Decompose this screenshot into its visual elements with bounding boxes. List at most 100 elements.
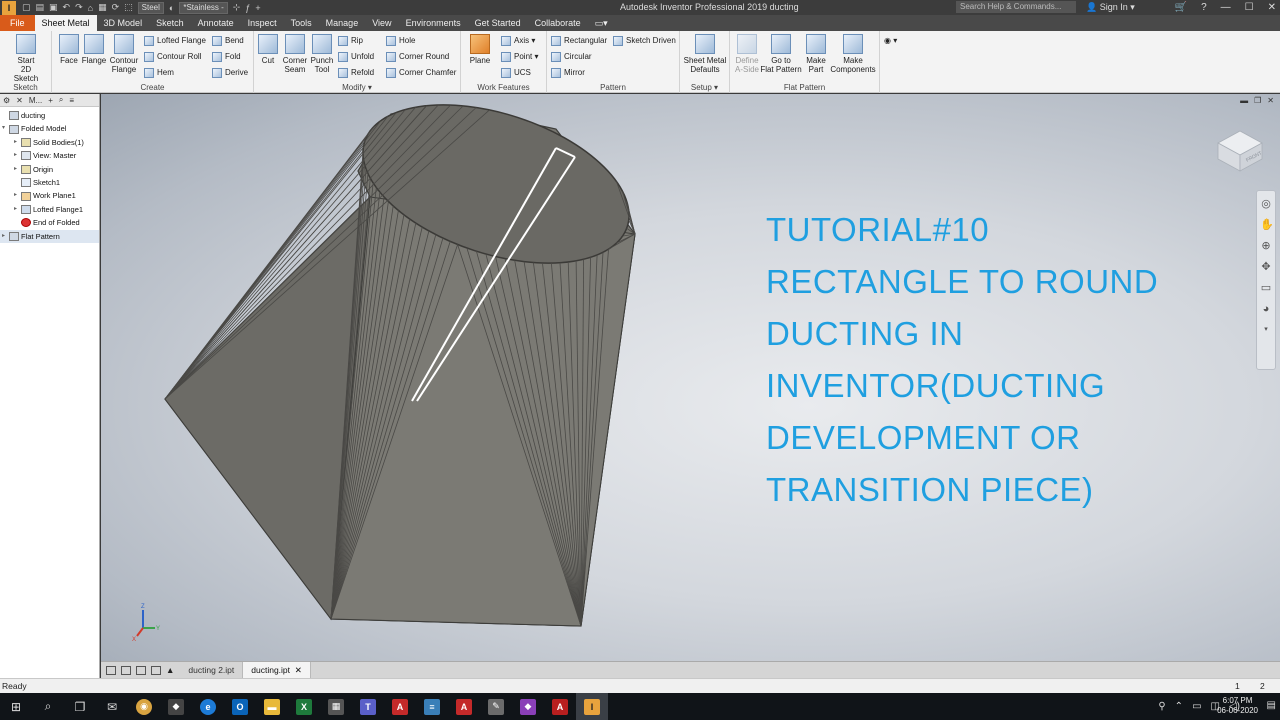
ucs-button[interactable]: UCS: [501, 66, 531, 79]
measure-icon[interactable]: ⊹: [233, 2, 241, 13]
ribbon-extras-button[interactable]: ◉ ▾: [884, 34, 897, 47]
rip-button[interactable]: Rip: [338, 34, 363, 47]
start-2d-sketch-button[interactable]: Start 2D Sketch: [9, 34, 43, 83]
tab-annotate[interactable]: Annotate: [191, 15, 241, 31]
expand-icon[interactable]: ▸: [14, 136, 21, 149]
new-file-icon[interactable]: ▢: [22, 2, 31, 13]
fx-icon[interactable]: ƒ: [245, 3, 250, 13]
select-icon[interactable]: ⬚: [124, 2, 133, 13]
look-at-icon[interactable]: ▭: [1260, 281, 1272, 295]
open-file-icon[interactable]: ▤: [36, 2, 45, 13]
taskbar-search-icon[interactable]: ⌕: [32, 693, 64, 720]
tab-view[interactable]: View: [365, 15, 398, 31]
autodesk-app-icon[interactable]: ◆: [160, 693, 192, 720]
tab-collaborate[interactable]: Collaborate: [528, 15, 588, 31]
save-icon[interactable]: ▣: [49, 2, 58, 13]
corner-round-button[interactable]: Corner Round: [386, 50, 449, 63]
tab-inspect[interactable]: Inspect: [241, 15, 284, 31]
browser-close-icon[interactable]: ✕: [16, 96, 23, 105]
viewcube[interactable]: FRONT: [1214, 127, 1266, 173]
notepad-icon[interactable]: ≡: [416, 693, 448, 720]
add-icon[interactable]: +: [255, 3, 260, 13]
cascade-view-icon[interactable]: [121, 665, 131, 675]
constrained-orbit-icon[interactable]: ◕: [1260, 302, 1272, 316]
plane-button[interactable]: Plane: [463, 34, 497, 65]
zoom-icon[interactable]: ⊕: [1260, 239, 1272, 253]
point-button[interactable]: Point ▾: [501, 50, 538, 63]
tree-node-flat-pattern[interactable]: ▸ Flat Pattern: [0, 229, 99, 243]
unfold-button[interactable]: Unfold: [338, 50, 374, 63]
notifications-icon[interactable]: ▤: [1267, 700, 1276, 711]
rectangular-pattern-button[interactable]: Rectangular: [551, 34, 607, 47]
home-icon[interactable]: ⌂: [88, 3, 93, 13]
mirror-button[interactable]: Mirror: [551, 66, 585, 79]
autocad-2-icon[interactable]: A: [448, 693, 480, 720]
help-search-input[interactable]: Search Help & Commands...: [956, 1, 1076, 13]
undo-icon[interactable]: ↶: [63, 2, 71, 13]
calculator-icon[interactable]: ▦: [320, 693, 352, 720]
collapse-icon[interactable]: ▾: [2, 122, 9, 135]
contour-flange-button[interactable]: Contour Flange: [107, 34, 141, 74]
material-combo[interactable]: Steel: [137, 1, 164, 14]
autocad-icon[interactable]: A: [384, 693, 416, 720]
doc-list-icon[interactable]: ▲: [166, 665, 174, 675]
maximize-button[interactable]: ☐: [1245, 0, 1254, 15]
browser-menu-icon[interactable]: ≡: [69, 96, 74, 105]
lofted-flange-button[interactable]: Lofted Flange: [144, 34, 206, 47]
redo-icon[interactable]: ↷: [75, 2, 83, 13]
pan-icon[interactable]: ✋: [1260, 218, 1274, 232]
tab-file[interactable]: File: [0, 15, 35, 31]
sheet-metal-defaults-button[interactable]: Sheet Metal Defaults: [683, 34, 727, 74]
punch-tool-button[interactable]: Punch Tool: [305, 34, 339, 74]
sign-in-link[interactable]: 👤 Sign In ▾: [1086, 0, 1135, 15]
outlook-icon[interactable]: O: [224, 693, 256, 720]
task-view-icon[interactable]: ❐: [64, 693, 96, 720]
horizontal-view-icon[interactable]: [136, 665, 146, 675]
tree-node-end-of-folded[interactable]: End of Folded: [0, 216, 99, 229]
tab-sheet-metal[interactable]: Sheet Metal: [34, 15, 97, 31]
modify-panel-label[interactable]: Modify ▾: [254, 83, 460, 92]
cart-icon[interactable]: 🛒: [1175, 0, 1187, 15]
bend-button[interactable]: Bend: [212, 34, 244, 47]
doc-tab-close-icon[interactable]: ✕: [295, 665, 302, 675]
close-button[interactable]: ✕: [1268, 0, 1276, 15]
ribbon-options-icon[interactable]: ▭▾: [588, 15, 615, 31]
battery-icon[interactable]: ▭: [1192, 701, 1201, 712]
vertical-view-icon[interactable]: [151, 665, 161, 675]
tab-manage[interactable]: Manage: [319, 15, 366, 31]
browser-tab[interactable]: M...: [29, 96, 42, 105]
tree-node-work-plane1[interactable]: ▸ Work Plane1: [0, 189, 99, 202]
maps-app-icon[interactable]: ◆: [512, 693, 544, 720]
tab-sketch[interactable]: Sketch: [149, 15, 191, 31]
chrome-icon[interactable]: ◉: [128, 693, 160, 720]
contour-roll-button[interactable]: Contour Roll: [144, 50, 201, 63]
make-part-button[interactable]: Make Part: [799, 34, 833, 74]
tab-tools[interactable]: Tools: [284, 15, 319, 31]
graphics-viewport[interactable]: ▬ ❐ ✕ TUTORIAL#10 RECTANGLE TO ROUND DUC…: [101, 94, 1280, 661]
edge-icon[interactable]: e: [192, 693, 224, 720]
tree-node-folded-model[interactable]: ▾ Folded Model: [0, 122, 99, 135]
teams-icon[interactable]: T: [352, 693, 384, 720]
fold-button[interactable]: Fold: [212, 50, 241, 63]
tab-get-started[interactable]: Get Started: [468, 15, 528, 31]
update-icon[interactable]: ⟳: [112, 2, 120, 13]
expand-icon[interactable]: ▸: [14, 163, 21, 176]
browser-search-icon[interactable]: ⌕: [59, 95, 63, 105]
doc-tab-ducting[interactable]: ducting.ipt ✕: [243, 661, 311, 679]
tree-node-origin[interactable]: ▸ Origin: [0, 163, 99, 176]
tile-view-icon[interactable]: [106, 665, 116, 675]
excel-icon[interactable]: X: [288, 693, 320, 720]
hem-button[interactable]: Hem: [144, 66, 174, 79]
tab-environments[interactable]: Environments: [399, 15, 468, 31]
tree-node-part[interactable]: ducting: [0, 109, 99, 122]
navbar-menu-icon[interactable]: ▾: [1260, 323, 1272, 337]
expand-icon[interactable]: ▸: [14, 149, 21, 162]
inventor-logo-icon[interactable]: I: [2, 0, 16, 15]
expand-icon[interactable]: ▸: [14, 189, 21, 202]
expand-icon[interactable]: ▸: [2, 230, 9, 243]
file-explorer-icon[interactable]: ▬: [256, 693, 288, 720]
tray-chevron-icon[interactable]: ⌃: [1175, 701, 1183, 712]
mail-app-icon[interactable]: ✉: [96, 693, 128, 720]
make-components-button[interactable]: Make Components: [829, 34, 877, 74]
tree-node-lofted-flange1[interactable]: ▸ Lofted Flange1: [0, 203, 99, 216]
